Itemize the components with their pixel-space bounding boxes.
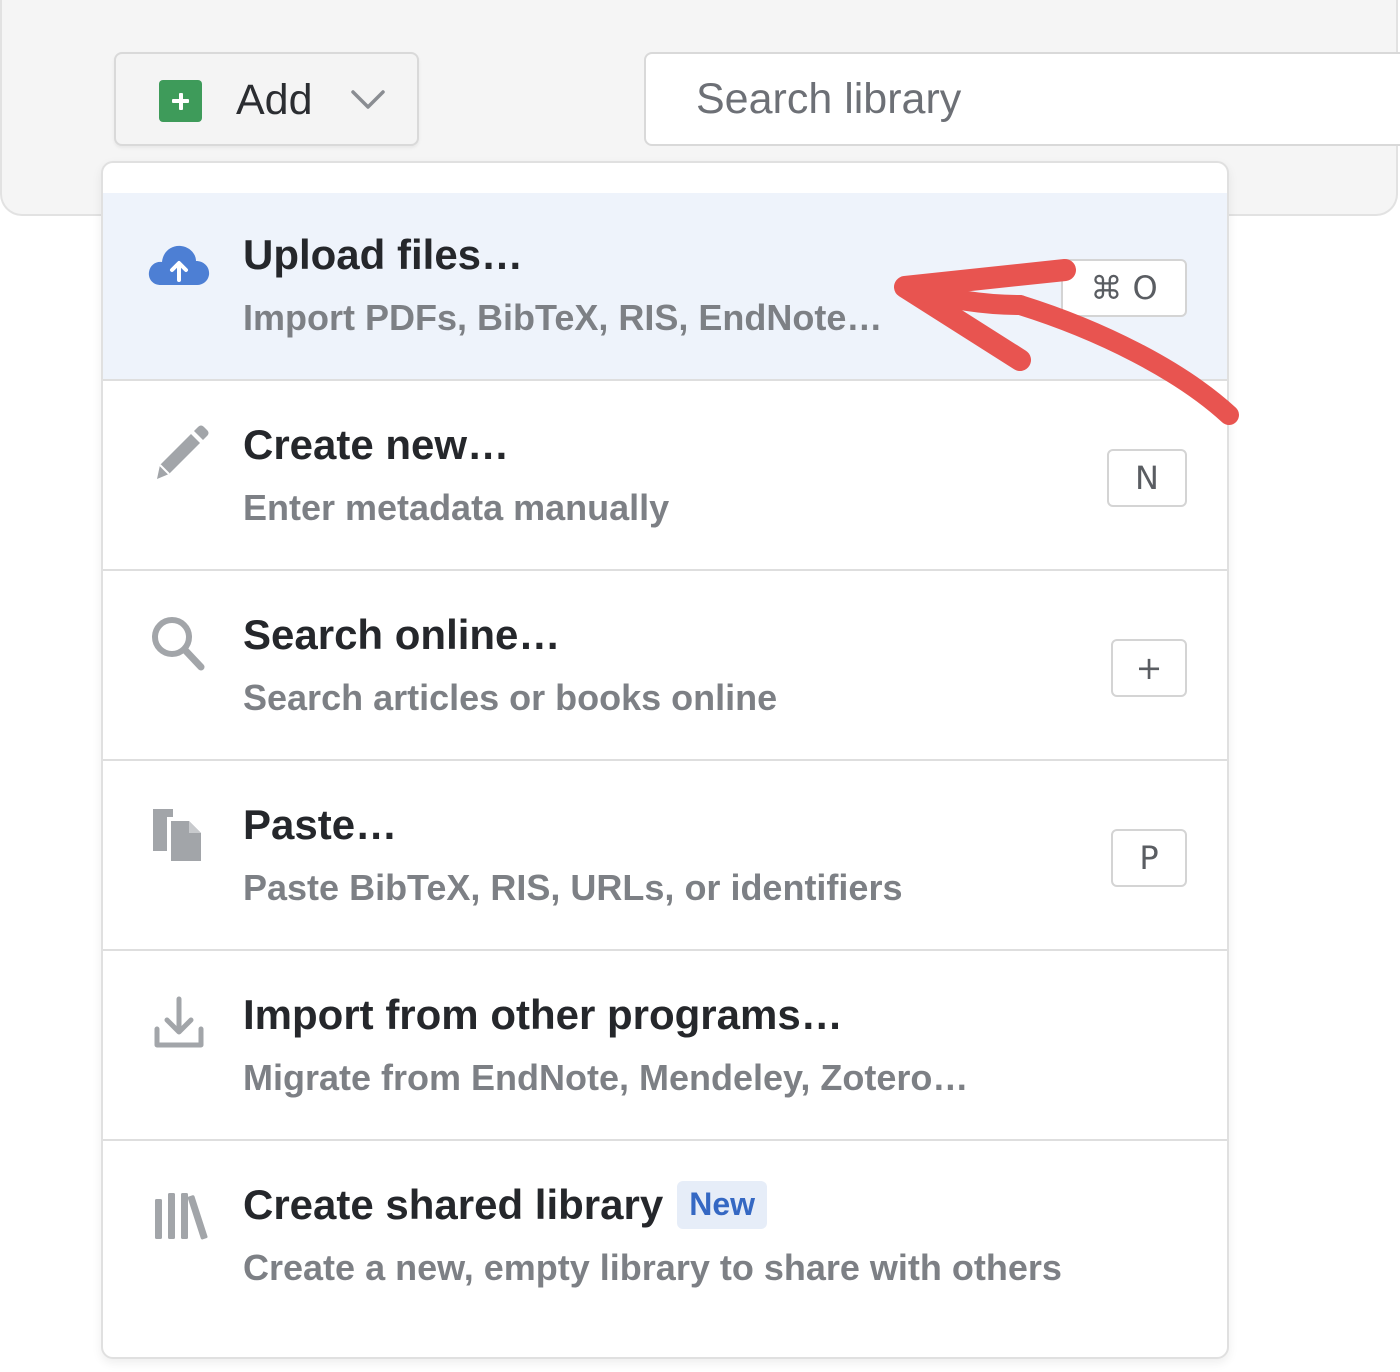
menu-item-paste[interactable]: Paste… Paste BibTeX, RIS, URLs, or ident… [103,763,1227,951]
menu-item-create-shared-library[interactable]: Create shared library New Create a new, … [103,1143,1227,1331]
menu-item-title: Upload files… [243,231,524,278]
library-icon [155,1193,208,1240]
cloud-upload-icon [148,245,210,285]
search-icon [152,617,205,671]
menu-item-description: Migrate from EndNote, Mendeley, Zotero… [243,1057,969,1098]
menu-item-description: Paste BibTeX, RIS, URLs, or identifiers [243,867,903,908]
add-dropdown-menu: Upload files… Import PDFs, BibTeX, RIS, … [101,161,1229,1359]
paste-icon [153,809,201,861]
menu-item-description: Search articles or books online [243,677,778,718]
chevron-down-icon [351,90,385,109]
menu-item-title: Create new… [243,421,510,468]
menu-item-search-online[interactable]: Search online… Search articles or books … [103,573,1227,761]
menu-item-title: Create shared library New [243,1181,768,1230]
menu-item-title-text: Create shared library [243,1181,664,1229]
search-library-input[interactable] [644,52,1400,146]
shortcut-badge: N [1107,449,1187,507]
new-badge: New [677,1181,768,1230]
add-button-label: Add [236,76,313,124]
download-icon [154,996,204,1048]
menu-item-import-other-programs[interactable]: Import from other programs… Migrate from… [103,953,1227,1141]
menu-item-upload-files[interactable]: Upload files… Import PDFs, BibTeX, RIS, … [103,193,1227,381]
shortcut-badge: + [1111,639,1187,697]
menu-item-title: Search online… [243,611,561,658]
menu-item-create-new[interactable]: Create new… Enter metadata manually N [103,383,1227,571]
menu-item-description: Import PDFs, BibTeX, RIS, EndNote… [243,297,883,338]
menu-item-title: Import from other programs… [243,991,843,1038]
menu-item-description: Enter metadata manually [243,487,670,528]
shortcut-badge: ⌘ O [1061,259,1187,317]
menu-item-description: Create a new, empty library to share wit… [243,1247,1062,1288]
add-button[interactable]: Add [114,52,419,146]
menu-item-title: Paste… [243,801,398,848]
pencil-icon [157,425,209,479]
plus-icon [159,80,202,122]
shortcut-badge: P [1111,829,1187,887]
